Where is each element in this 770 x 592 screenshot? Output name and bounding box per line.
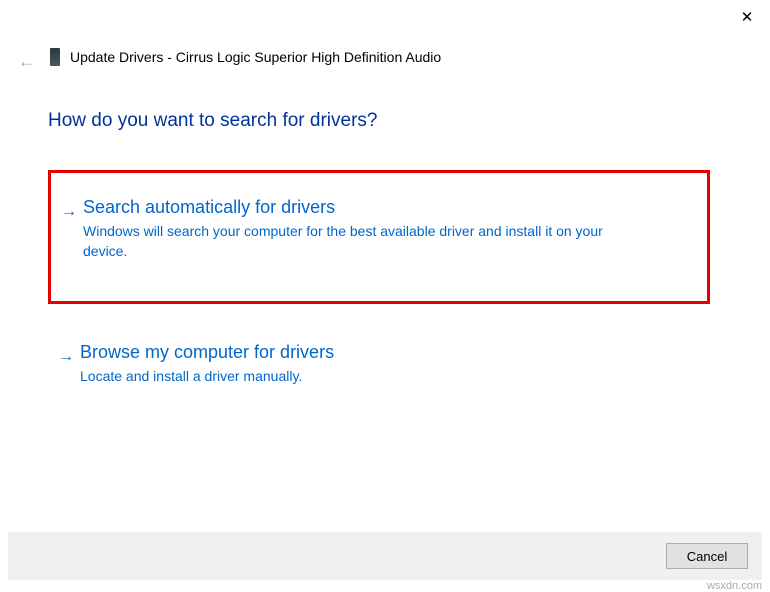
close-button[interactable]: ✕ <box>724 0 770 34</box>
option-title: Browse my computer for drivers <box>80 342 694 363</box>
cancel-button[interactable]: Cancel <box>666 543 748 569</box>
option-description: Windows will search your computer for th… <box>83 222 638 261</box>
option-browse-computer[interactable]: → Browse my computer for drivers Locate … <box>48 324 710 405</box>
window-title: Update Drivers - Cirrus Logic Superior H… <box>70 49 441 65</box>
option-search-automatically[interactable]: → Search automatically for drivers Windo… <box>48 170 710 304</box>
back-button[interactable]: ← <box>18 53 35 70</box>
options-list: → Search automatically for drivers Windo… <box>48 170 710 425</box>
close-icon: ✕ <box>741 10 754 25</box>
arrow-right-icon: → <box>58 348 74 366</box>
watermark: wsxdn.com <box>707 580 762 592</box>
arrow-right-icon: → <box>61 203 77 221</box>
page-heading: How do you want to search for drivers? <box>48 110 378 132</box>
device-icon <box>50 48 60 66</box>
option-description: Locate and install a driver manually. <box>80 367 635 387</box>
button-bar: Cancel <box>8 532 762 580</box>
option-title: Search automatically for drivers <box>83 197 691 218</box>
window-header: Update Drivers - Cirrus Logic Superior H… <box>50 48 441 66</box>
